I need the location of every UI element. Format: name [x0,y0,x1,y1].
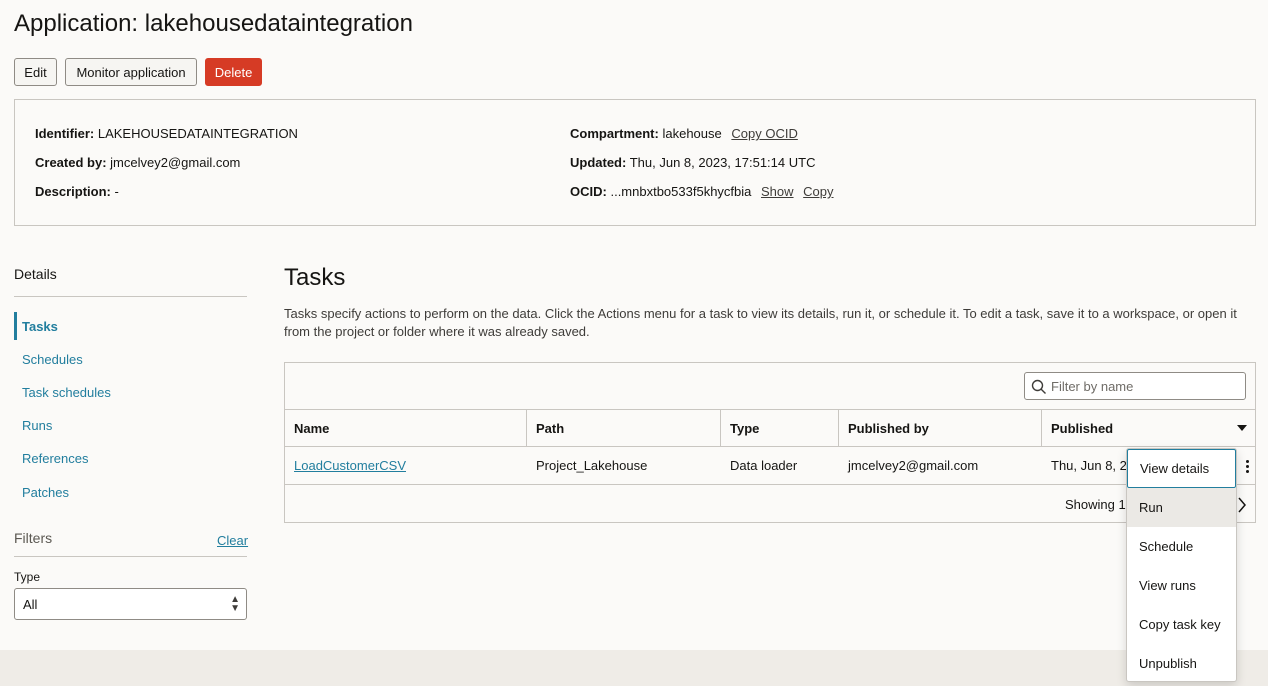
row-actions-kebab-icon[interactable] [1239,447,1255,485]
ocid-value: ...mnbxtbo533f5khycfbia [610,184,752,199]
filters-title: Filters [14,530,53,546]
task-path-cell: Project_Lakehouse [536,458,648,473]
sidebar-item-task-schedules[interactable]: Task schedules [14,378,247,406]
menu-item-schedule[interactable]: Schedule [1127,527,1236,566]
identifier-label: Identifier: [35,126,95,141]
task-name-link[interactable]: LoadCustomerCSV [294,458,406,473]
created-by-row: Created by: jmcelvey2@gmail.com [35,155,240,170]
description-label: Description: [35,184,111,199]
description-value: - [114,184,119,199]
table-row: LoadCustomerCSV Project_Lakehouse Data l… [285,447,1255,485]
actions-menu: View details Run Schedule View runs Copy… [1126,448,1237,682]
type-filter-value: All [23,596,38,612]
table-header: Name Path Type Published by Published [285,409,1255,447]
edit-button[interactable]: Edit [14,58,57,86]
nav-divider [14,296,247,297]
column-header-name[interactable]: Name [285,410,527,446]
sort-descending-icon[interactable] [1237,425,1247,431]
menu-item-run[interactable]: Run [1127,488,1236,527]
sidebar-item-tasks[interactable]: Tasks [14,312,247,340]
compartment-value: lakehouse [662,126,722,141]
updated-label: Updated: [570,155,627,170]
page-title: Application: lakehousedataintegration [14,10,413,37]
tasks-table: Filter by name Name Path Type Published … [284,362,1256,523]
clear-filters-link[interactable]: Clear [217,533,248,548]
select-arrows-icon: ▲ ▼ [230,594,240,614]
updated-row: Updated: Thu, Jun 8, 2023, 17:51:14 UTC [570,155,815,170]
task-published-by-cell: jmcelvey2@gmail.com [848,458,979,473]
show-ocid-link[interactable]: Show [761,184,794,199]
column-header-published-by[interactable]: Published by [839,410,1042,446]
column-header-published-label: Published [1051,420,1114,436]
task-published-cell: Thu, Jun 8, 2 [1051,458,1127,473]
ocid-row: OCID: ...mnbxtbo533f5khycfbia Show Copy [570,184,834,199]
copy-link[interactable]: Copy [803,184,833,199]
description-row: Description: - [35,184,119,199]
sidebar-item-schedules[interactable]: Schedules [14,345,247,373]
filter-placeholder: Filter by name [1051,378,1134,394]
task-name-cell: LoadCustomerCSV [285,447,527,484]
menu-item-copy-task-key[interactable]: Copy task key [1127,605,1236,644]
type-filter-select[interactable]: All ▲ ▼ [14,588,247,620]
copy-ocid-link[interactable]: Copy OCID [731,126,797,141]
delete-button[interactable]: Delete [205,58,262,86]
sidebar-item-runs[interactable]: Runs [14,411,247,439]
filter-by-name-input[interactable]: Filter by name [1024,372,1246,400]
compartment-row: Compartment: lakehouse Copy OCID [570,126,798,141]
tasks-title: Tasks [284,264,346,291]
ocid-label: OCID: [570,184,607,199]
monitor-application-button[interactable]: Monitor application [65,58,197,86]
menu-item-view-details[interactable]: View details [1127,449,1236,488]
chevron-right-icon[interactable] [1237,496,1247,514]
details-title: Details [14,266,57,282]
type-filter-label: Type [14,570,41,584]
pagination-showing: Showing 1 [1065,497,1126,512]
task-type-cell: Data loader [730,458,798,473]
menu-item-unpublish[interactable]: Unpublish [1127,644,1236,683]
identifier-value: LAKEHOUSEDATAINTEGRATION [97,126,298,141]
created-by-value: jmcelvey2@gmail.com [110,155,241,170]
menu-item-view-runs[interactable]: View runs [1127,566,1236,605]
column-header-type[interactable]: Type [721,410,839,446]
search-icon [1031,379,1046,394]
identifier-row: Identifier: LAKEHOUSEDATAINTEGRATION [35,126,298,141]
sidebar-item-patches[interactable]: Patches [14,478,247,506]
filters-divider [14,556,247,557]
column-header-path[interactable]: Path [527,410,721,446]
tasks-description: Tasks specify actions to perform on the … [284,306,1237,339]
updated-value: Thu, Jun 8, 2023, 17:51:14 UTC [629,155,816,170]
application-info-panel: Identifier: LAKEHOUSEDATAINTEGRATION Cre… [14,99,1256,226]
column-header-published[interactable]: Published [1042,410,1255,446]
compartment-label: Compartment: [570,126,659,141]
created-by-label: Created by: [35,155,107,170]
sidebar-item-references[interactable]: References [14,444,247,472]
footer-band [0,650,1268,686]
